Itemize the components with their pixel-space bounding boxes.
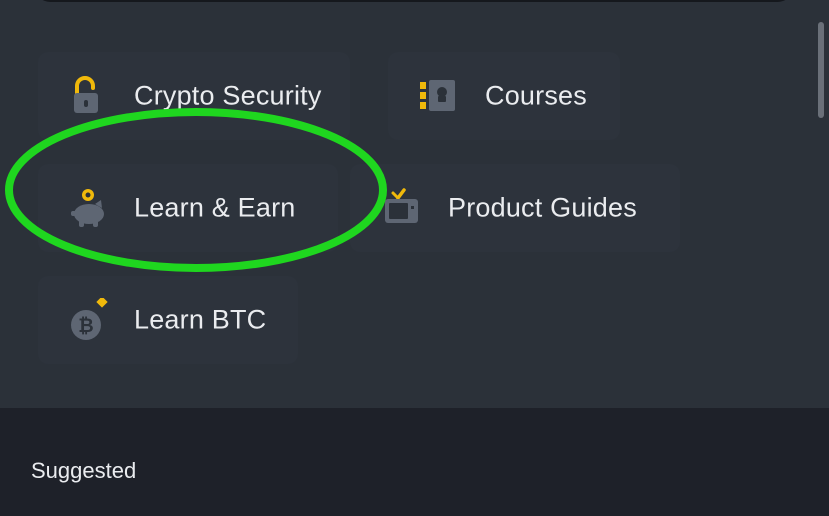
svg-text:₿: ₿ <box>78 315 93 337</box>
tile-courses[interactable]: Courses <box>388 52 620 140</box>
learn-categories-panel: Crypto Security Courses Learn & Earn Pro… <box>0 0 829 408</box>
tile-label: Courses <box>485 80 587 111</box>
tile-label: Learn & Earn <box>134 192 296 223</box>
suggested-heading: Suggested <box>31 458 137 483</box>
tile-learn-and-earn[interactable]: Learn & Earn <box>38 164 338 252</box>
learn-screen: Crypto Security Courses Learn & Earn Pro… <box>0 0 829 516</box>
tile-label: Crypto Security <box>134 80 322 111</box>
tile-learn-btc[interactable]: ₿ Learn BTC <box>38 276 298 364</box>
course-book-icon <box>416 74 460 118</box>
tile-product-guides[interactable]: Product Guides <box>350 164 680 252</box>
scrollbar[interactable] <box>818 22 824 118</box>
tile-label: Learn BTC <box>134 304 267 335</box>
bitcoin-icon: ₿ <box>68 296 112 342</box>
piggy-bank-coin-icon <box>68 186 112 230</box>
padlock-icon <box>68 74 112 118</box>
guide-tv-icon <box>376 186 420 230</box>
top-search-bar[interactable] <box>36 0 792 2</box>
tile-crypto-security[interactable]: Crypto Security <box>38 52 350 140</box>
tile-label: Product Guides <box>448 192 637 223</box>
